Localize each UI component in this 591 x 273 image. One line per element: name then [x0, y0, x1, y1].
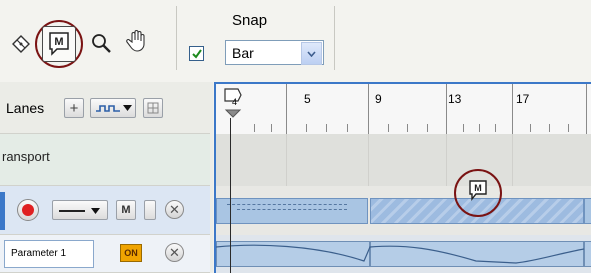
- chevron-down-icon: [307, 50, 316, 57]
- ruler-tick: [368, 84, 369, 134]
- toolbar-separator: [334, 6, 335, 70]
- snap-label: Snap: [232, 12, 268, 29]
- grid-icon: [147, 102, 159, 114]
- arrange-timeline[interactable]: 5 9 13 17 4 M: [214, 82, 591, 273]
- midi-clip[interactable]: [216, 198, 368, 224]
- ruler-subtick: [347, 124, 348, 132]
- ruler-subtick: [306, 124, 307, 132]
- record-icon: [22, 204, 34, 216]
- snap-select[interactable]: Bar: [225, 40, 324, 65]
- close-icon: ✕: [169, 201, 180, 217]
- marker-icon: M: [49, 32, 69, 56]
- zoom-icon: [92, 34, 111, 53]
- ruler-subtick: [388, 124, 389, 132]
- automation-wave-icon: [96, 105, 120, 112]
- hand-tool-button[interactable]: [124, 26, 150, 56]
- parameter-on-toggle[interactable]: ON: [120, 244, 142, 262]
- record-arm-button[interactable]: [17, 199, 39, 221]
- toolbar-separator: [176, 6, 177, 70]
- hand-icon: [126, 30, 145, 52]
- ruler-tick: [446, 84, 447, 134]
- ruler-subtick: [407, 124, 408, 132]
- ruler-bar-13: 13: [448, 92, 462, 106]
- transport-label: ransport: [2, 149, 50, 164]
- track-color-strip: [0, 192, 5, 230]
- ruler-bar-9: 9: [375, 92, 382, 106]
- grid-line: [512, 134, 513, 186]
- transport-track-row[interactable]: ransport: [0, 134, 210, 186]
- automation-curve: [216, 244, 585, 264]
- chevron-down-icon: [123, 105, 132, 111]
- solo-button[interactable]: [144, 200, 156, 220]
- clip-notes: [237, 209, 347, 210]
- ruler-tick: [512, 84, 513, 134]
- instrument-track-row[interactable]: M ✕: [0, 186, 210, 235]
- parameter-automation-lane[interactable]: [214, 235, 591, 273]
- eraser-tool-button[interactable]: [8, 28, 34, 58]
- transport-lane[interactable]: [214, 134, 591, 186]
- checkmark-icon: [191, 48, 202, 59]
- ruler-bar-5: 5: [304, 92, 311, 106]
- lane-header-panel: Lanes + ransport M ✕ Parameter 1 ON ✕: [0, 82, 213, 273]
- marker-icon[interactable]: M: [468, 180, 488, 202]
- playhead-line[interactable]: [230, 118, 231, 273]
- grid-line: [368, 134, 369, 186]
- ruler-subtick: [254, 124, 255, 132]
- grid-line: [286, 134, 287, 186]
- toolbar: M Snap Bar: [0, 0, 591, 82]
- ruler-subtick: [479, 124, 480, 132]
- ruler-subtick: [427, 124, 428, 132]
- lane-type-dropdown[interactable]: [90, 98, 136, 118]
- bar-ruler[interactable]: 5 9 13 17 4: [214, 82, 591, 134]
- locator-beat-label: 4: [232, 97, 238, 107]
- mute-label: M: [121, 204, 131, 216]
- lanes-label: Lanes: [6, 100, 45, 116]
- snap-select-value: Bar: [232, 45, 254, 61]
- ruler-tick: [286, 84, 287, 134]
- clip-notes: [227, 204, 347, 205]
- remove-track-button[interactable]: ✕: [165, 200, 184, 219]
- grid-line: [446, 134, 447, 186]
- lanes-header-row: Lanes +: [0, 82, 210, 134]
- lane-options-button[interactable]: [143, 98, 163, 118]
- close-icon: ✕: [169, 244, 180, 260]
- ruler-subtick: [326, 124, 327, 132]
- marker-tool-button[interactable]: M: [42, 26, 76, 62]
- parameter-lane-row[interactable]: Parameter 1 ON ✕: [0, 235, 210, 273]
- midi-clip[interactable]: [584, 198, 591, 224]
- chevron-down-icon: [91, 208, 100, 214]
- ruler-subtick: [271, 124, 272, 132]
- parameter-label: Parameter 1: [11, 248, 67, 259]
- plus-icon: +: [69, 99, 79, 117]
- snap-checkbox[interactable]: [189, 46, 204, 61]
- add-lane-button[interactable]: +: [64, 98, 84, 118]
- on-label: ON: [124, 248, 138, 258]
- svg-text:M: M: [474, 183, 482, 193]
- input-select-dropdown[interactable]: [52, 200, 108, 220]
- ruler-subtick: [568, 124, 569, 132]
- remove-parameter-button[interactable]: ✕: [165, 243, 184, 262]
- ruler-tick: [586, 84, 587, 134]
- ruler-subtick: [549, 124, 550, 132]
- ruler-subtick: [495, 124, 496, 132]
- instrument-track-lane[interactable]: M: [214, 169, 591, 235]
- ruler-bar-17: 17: [516, 92, 530, 106]
- parameter-name-field[interactable]: Parameter 1: [4, 240, 94, 268]
- eraser-icon: [12, 35, 30, 53]
- mute-button[interactable]: M: [116, 200, 136, 220]
- svg-text:M: M: [54, 36, 63, 48]
- zoom-tool-button[interactable]: [88, 28, 114, 58]
- ruler-subtick: [463, 124, 464, 132]
- ruler-subtick: [530, 124, 531, 132]
- dash-icon: [59, 210, 85, 212]
- snap-dropdown-button[interactable]: [301, 42, 322, 65]
